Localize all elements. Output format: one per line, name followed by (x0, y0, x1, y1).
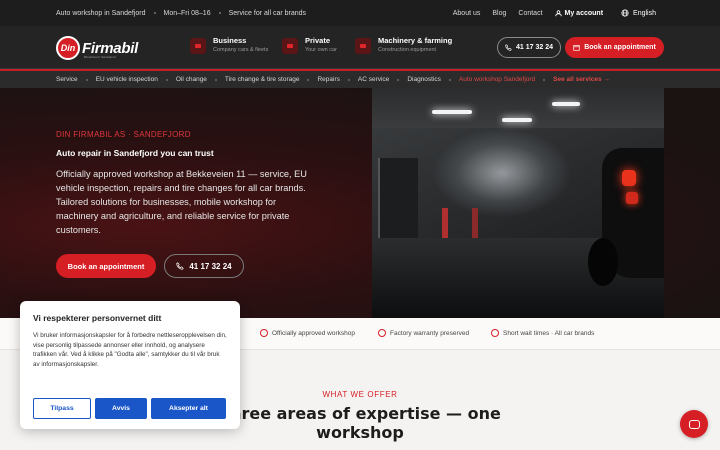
category-title: Private (305, 36, 331, 45)
offer-title: Three areas of expertise — one workshop (219, 404, 501, 442)
nav-item-diagnostics[interactable]: Diagnostics (407, 76, 441, 83)
cookie-consent-dialog: Vi respekterer personvernet ditt Vi bruk… (20, 301, 240, 429)
trust-item-label: Factory warranty preserved (390, 329, 470, 337)
category-title: Business (213, 36, 247, 45)
phone-button[interactable]: 41 17 32 24 (497, 37, 561, 58)
trust-item: Factory warranty preserved (378, 329, 469, 337)
cookie-body: Vi bruker informasjonskapsler for å forb… (33, 332, 227, 368)
nav-separator (165, 78, 168, 81)
car-taillight (622, 170, 636, 186)
logo-badge: Din (56, 36, 80, 60)
phone-number: 41 17 32 24 (516, 44, 553, 51)
nav-item-tire-change[interactable]: Tire change & tire storage (225, 76, 300, 83)
category-subtitle: Company cars & fleets (213, 47, 269, 53)
hero-phone-number: 41 17 32 24 (189, 261, 232, 271)
category-private[interactable]: Private Your own car (282, 36, 337, 54)
service-note-text: Service for all car brands (228, 9, 307, 17)
phone-icon (176, 262, 185, 270)
category-title: Machinery & farming (378, 36, 453, 45)
service-nav: Service EU vehicle inspection Oil change… (0, 69, 720, 88)
calendar-icon (573, 45, 580, 51)
my-account-link[interactable]: My account (554, 9, 604, 17)
category-business[interactable]: Business Company cars & fleets (190, 36, 268, 54)
chat-bubble-icon (688, 419, 700, 429)
nav-separator (214, 78, 217, 81)
cookie-customize-button[interactable]: Tilpass (33, 398, 91, 419)
cookie-reject-button[interactable]: Avvis (95, 398, 147, 419)
link-blog[interactable]: Blog (492, 10, 506, 17)
globe-icon (621, 9, 629, 17)
language-label: English (633, 9, 656, 17)
top-info: Auto workshop in Sandefjord Mon–Fri 08–1… (56, 0, 306, 26)
nav-item-service[interactable]: Service (56, 76, 78, 83)
photo-ceiling (372, 88, 664, 128)
separator-dot (218, 12, 221, 14)
category-machinery[interactable]: Machinery & farming Construction equipme… (355, 36, 452, 54)
link-about-us[interactable]: About us (453, 10, 481, 17)
link-contact[interactable]: Contact (518, 10, 542, 17)
nav-separator (397, 78, 400, 81)
tool-cabinet (442, 208, 448, 238)
logo-wordmark: Firmabil (82, 39, 138, 57)
clock-icon (491, 329, 499, 337)
category-subtitle: Your own car (305, 47, 337, 53)
user-icon (554, 9, 562, 16)
book-appointment-button[interactable]: Book an appointment (565, 37, 664, 58)
ceiling-lamp (552, 102, 580, 106)
chat-button[interactable] (680, 410, 708, 438)
book-label: Book an appointment (584, 44, 656, 51)
nav-item-ac-service[interactable]: AC service (358, 76, 389, 83)
top-utility-bar: Auto workshop in Sandefjord Mon–Fri 08–1… (0, 0, 720, 26)
car-taillight (626, 192, 638, 204)
car-wheel (588, 238, 618, 286)
separator-dot (153, 12, 156, 14)
my-account-label: My account (564, 9, 604, 17)
car-icon (282, 38, 298, 54)
trust-item-label: Officially approved workshop (272, 329, 355, 337)
cookie-accept-all-button[interactable]: Aksepter alt (151, 398, 226, 419)
nav-item-oil-change[interactable]: Oil change (176, 76, 207, 83)
nav-item-repairs[interactable]: Repairs (317, 76, 339, 83)
hero-description: Officially approved workshop at Bekkevei… (56, 169, 307, 235)
hero-subtitle: Auto repair in Sandefjord you can trust (56, 148, 214, 158)
nav-separator (543, 78, 546, 81)
tool-shelf (378, 158, 418, 238)
hero-section: DIN FIRMABIL AS · SANDEFJORD Auto repair… (0, 88, 720, 318)
ceiling-lamp (432, 110, 472, 114)
logo[interactable]: Din Firmabil Bilverksted i Sandefjord (56, 35, 138, 61)
phone-icon (505, 44, 512, 51)
logo-tagline: Bilverksted i Sandefjord (84, 55, 116, 59)
tool-cabinet (472, 208, 478, 238)
top-links: About us Blog Contact My account English (453, 0, 656, 26)
nav-separator (307, 78, 310, 81)
tractor-icon (355, 38, 371, 54)
nav-see-all-services[interactable]: See all services → (553, 76, 610, 83)
cookie-title: Vi respekterer personvernet ditt (33, 313, 162, 323)
hero-phone-button[interactable]: 41 17 32 24 (164, 254, 244, 278)
shield-check-icon (260, 329, 268, 337)
hours-text: Mon–Fri 08–16 (163, 9, 211, 17)
location-text: Auto workshop in Sandefjord (56, 9, 146, 17)
cookie-buttons: Tilpass Avvis Aksepter alt (33, 398, 226, 419)
language-selector[interactable]: English (621, 9, 656, 17)
nav-item-auto-workshop[interactable]: Auto workshop Sandefjord (459, 76, 535, 83)
trust-item: Officially approved workshop (260, 329, 355, 337)
badge-icon (378, 329, 386, 337)
photo-light-glow (432, 128, 572, 218)
main-header: Din Firmabil Bilverksted i Sandefjord Bu… (0, 26, 720, 69)
nav-separator (448, 78, 451, 81)
nav-separator (347, 78, 350, 81)
briefcase-icon (190, 38, 206, 54)
hero-eyebrow: DIN FIRMABIL AS · SANDEFJORD (56, 130, 191, 139)
nav-item-eu-inspection[interactable]: EU vehicle inspection (96, 76, 158, 83)
category-subtitle: Construction equipment (378, 47, 437, 53)
trust-item-label: Short wait times · All car brands (503, 329, 595, 337)
trust-item: Short wait times · All car brands (491, 329, 594, 337)
ceiling-lamp (502, 118, 532, 122)
workshop-photo (372, 88, 664, 318)
nav-separator (85, 78, 88, 81)
hero-book-button[interactable]: Book an appointment (56, 254, 156, 278)
